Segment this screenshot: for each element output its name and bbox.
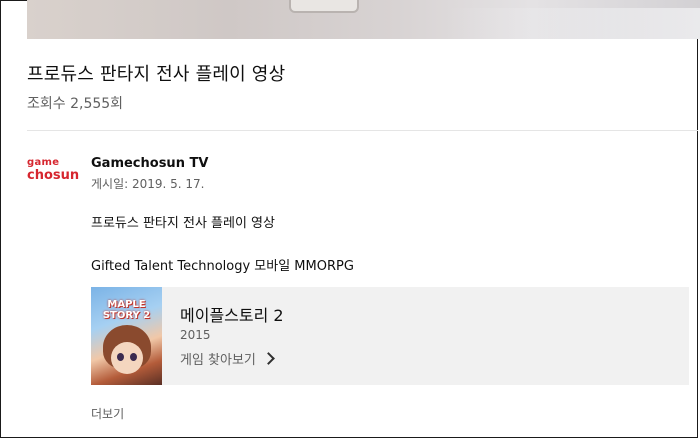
channel-avatar[interactable]: game chosun: [27, 157, 80, 186]
character-face: [111, 342, 143, 374]
game-logo: MAPLE STORY 2: [102, 299, 151, 321]
divider: [27, 130, 698, 131]
video-overlay-element: [289, 0, 359, 13]
game-card[interactable]: MAPLE STORY 2 메이플스토리 2 2015 게임 찾아보기: [91, 287, 689, 385]
character-eye: [117, 353, 124, 361]
view-count: 조회수 2,555회: [27, 96, 124, 112]
chevron-right-icon: [262, 352, 275, 365]
show-more-button[interactable]: 더보기: [91, 405, 124, 422]
game-thumbnail[interactable]: MAPLE STORY 2: [91, 287, 162, 385]
character-eye: [130, 353, 137, 361]
publish-date: 게시일: 2019. 5. 17.: [91, 177, 205, 191]
description-line: Gifted Talent Technology 모바일 MMORPG: [91, 259, 354, 274]
game-title[interactable]: 메이플스토리 2: [180, 302, 284, 326]
video-frame-shade: [447, 8, 700, 39]
video-player-bottom[interactable]: [27, 0, 700, 39]
description-line: 프로듀스 판타지 전사 플레이 영상: [91, 216, 275, 231]
browse-game-label: 게임 찾아보기: [180, 353, 256, 368]
game-year: 2015: [180, 328, 211, 342]
channel-logo-text-bottom: chosun: [27, 168, 80, 183]
video-title: 프로듀스 판타지 전사 플레이 영상: [27, 64, 286, 85]
browse-game-link[interactable]: 게임 찾아보기: [180, 349, 275, 368]
channel-logo-text-top: game: [27, 157, 60, 168]
channel-name-link[interactable]: Gamechosun TV: [91, 156, 208, 171]
